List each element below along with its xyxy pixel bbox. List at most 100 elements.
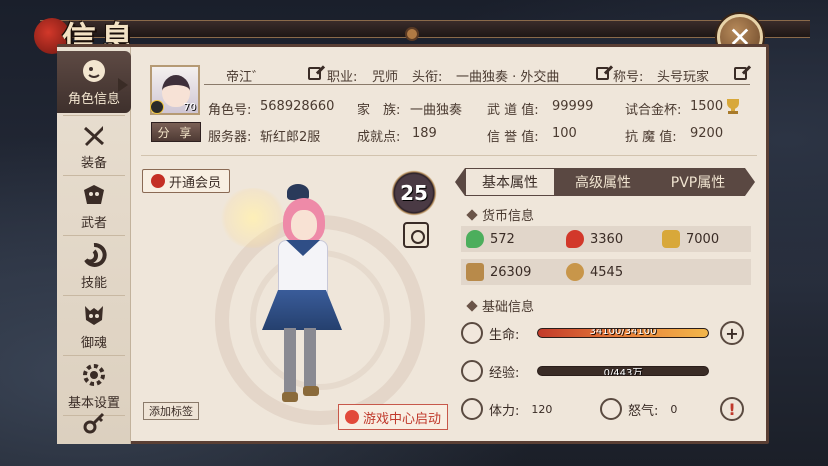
hp-label: 生命: xyxy=(489,327,520,343)
sidebar-item-more[interactable] xyxy=(57,407,131,443)
character-leg xyxy=(284,328,296,394)
skill-swirl-icon xyxy=(80,241,108,269)
cup-label: 试合金杯: xyxy=(625,103,682,118)
red-magatama-icon xyxy=(566,230,584,248)
gourd-icon xyxy=(461,360,483,382)
key-icon xyxy=(80,409,108,437)
stamina-row: 体力: 120 xyxy=(461,398,552,420)
game-center-label: 游戏中心启动 xyxy=(362,411,441,427)
nickname-value: 头号玩家 xyxy=(657,70,710,85)
role-id-value: 568928660 xyxy=(260,99,335,114)
resist-label: 抗 魔 值: xyxy=(625,130,677,145)
sidebar-item-warrior[interactable]: 武者 xyxy=(57,175,131,237)
hp-bar: 34100/34100 xyxy=(537,328,709,338)
family-label: 家 族: xyxy=(357,103,401,118)
sword-icon xyxy=(80,121,108,149)
gold-coin-icon xyxy=(662,230,680,248)
add-hp-button[interactable]: + xyxy=(720,321,744,345)
vip-button[interactable]: 开通会员 xyxy=(142,169,230,193)
exp-bar-text: 0/443万 xyxy=(603,368,643,376)
share-button[interactable]: 分 享 xyxy=(151,122,201,142)
server-label: 服务器: xyxy=(208,130,252,145)
trophy-icon xyxy=(724,98,742,114)
sidebar-item-label: 技能 xyxy=(80,276,107,291)
resist-value: 9200 xyxy=(690,126,724,141)
exp-row: 经验: xyxy=(461,360,519,382)
diamond-bullet-icon xyxy=(466,299,478,312)
sidebar: 角色信息 装备 武者 技能 御魂 基本设置 xyxy=(57,47,131,444)
character-shoe xyxy=(303,386,319,396)
exp-bar: 0/443万 xyxy=(537,366,709,376)
sidebar-item-label: 武者 xyxy=(80,216,107,231)
name-underline xyxy=(204,84,750,85)
add-tag-button[interactable]: 添加标签 xyxy=(143,402,199,420)
rage-label: 怒气: xyxy=(628,403,659,419)
honor-label: 信 誉 值: xyxy=(487,130,539,145)
stamina-value: 120 xyxy=(531,402,553,416)
achievement-label: 成就点: xyxy=(357,130,401,145)
soul-mask-icon xyxy=(80,301,108,329)
tab-left-cap xyxy=(455,168,465,196)
character-leg xyxy=(304,328,316,390)
player-name: 帝江゛ xyxy=(226,70,266,85)
profession-value: 咒师 xyxy=(372,70,399,85)
vip-button-label: 开通会员 xyxy=(168,175,221,191)
currency-item: 4545 xyxy=(566,263,623,281)
gear-icon xyxy=(80,361,108,389)
hp-row: 生命: xyxy=(461,322,519,344)
gold-ingot-icon xyxy=(466,263,484,281)
plus-icon: + xyxy=(725,323,739,343)
camera-button[interactable] xyxy=(403,222,429,248)
achievement-value: 189 xyxy=(412,126,437,141)
currency-value: 4545 xyxy=(590,264,624,280)
title-value: 一曲独奏 · 外交曲 xyxy=(456,70,560,85)
rage-spark-icon xyxy=(600,398,622,420)
green-magatama-icon xyxy=(466,230,484,248)
exp-label: 经验: xyxy=(489,365,520,381)
fist-icon xyxy=(461,398,483,420)
profession-label: 职业: xyxy=(327,70,358,85)
stamina-label: 体力: xyxy=(489,403,520,419)
currency-item: 3360 xyxy=(566,230,623,248)
sidebar-arrow-icon xyxy=(118,78,128,92)
medal-coin-icon xyxy=(566,263,584,281)
role-id-label: 角色号: xyxy=(208,103,252,118)
sidebar-item-soul[interactable]: 御魂 xyxy=(57,295,131,357)
currency-value: 572 xyxy=(490,231,515,247)
sidebar-item-skills[interactable]: 技能 xyxy=(57,235,131,297)
edit-icon[interactable] xyxy=(734,67,747,80)
martial-label: 武 道 值: xyxy=(487,103,539,118)
tab-basic-attributes[interactable]: 基本属性 xyxy=(465,168,555,196)
tab-right-cap xyxy=(745,168,755,196)
warrior-mask-icon xyxy=(80,181,108,209)
family-value: 一曲独奏 xyxy=(410,103,463,118)
tab-advanced-attributes[interactable]: 高级属性 xyxy=(555,168,651,196)
currency-value: 26309 xyxy=(490,264,532,280)
game-center-button[interactable]: 游戏中心启动 xyxy=(338,404,448,430)
qq-icon xyxy=(150,174,165,188)
character-icon xyxy=(80,57,108,85)
character-pet-glow xyxy=(218,188,288,248)
basic-section-title: 基础信息 xyxy=(466,296,534,315)
diamond-bullet-icon xyxy=(466,208,478,221)
sidebar-item-equipment[interactable]: 装备 xyxy=(57,115,131,177)
currency-item: 26309 xyxy=(466,263,531,281)
qq-icon xyxy=(344,410,359,424)
sidebar-item-label: 御魂 xyxy=(80,336,107,351)
heart-icon xyxy=(461,322,483,344)
edit-icon[interactable] xyxy=(308,67,321,80)
title-label: 头衔: xyxy=(412,70,443,85)
rage-value: 0 xyxy=(670,402,678,416)
currency-value: 3360 xyxy=(590,231,624,247)
rage-info-button[interactable]: ! xyxy=(720,397,744,421)
hp-bar-text: 34100/34100 xyxy=(589,328,657,337)
tab-pvp-attributes[interactable]: PVP属性 xyxy=(651,168,745,196)
server-value: 斩红郎2服 xyxy=(260,130,321,145)
attribute-tabs: 基本属性 高级属性 PVP属性 xyxy=(455,168,755,196)
avatar-level: 70 xyxy=(183,102,196,113)
rage-row: 怒气: 0 xyxy=(600,398,677,420)
currency-item: 572 xyxy=(466,230,515,248)
edit-icon[interactable] xyxy=(596,67,609,80)
sidebar-item-label: 角色信息 xyxy=(67,92,120,107)
qq-badge-icon xyxy=(150,100,164,114)
